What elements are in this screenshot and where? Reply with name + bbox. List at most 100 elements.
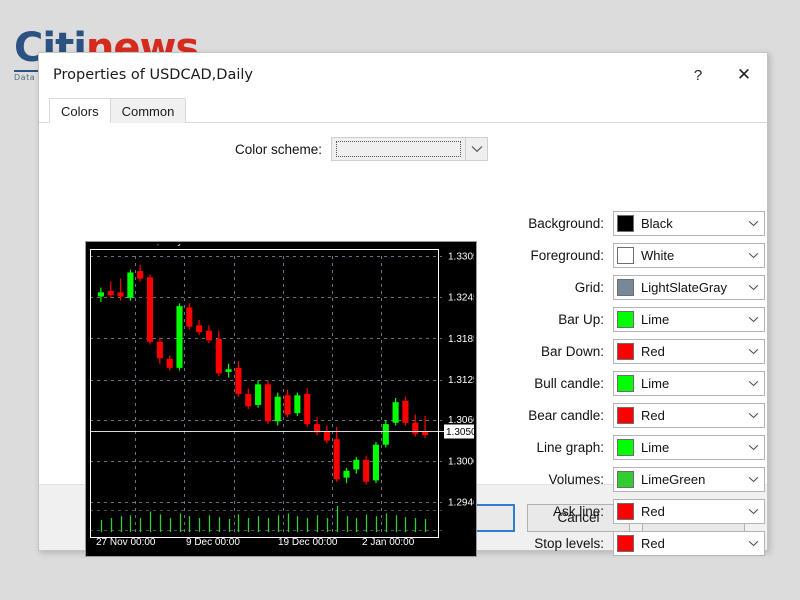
color-setting-row: Stop levels: Red — [509, 531, 765, 556]
chevron-down-icon[interactable] — [745, 412, 761, 419]
chevron-down-icon[interactable] — [745, 476, 761, 483]
svg-text:1.31250: 1.31250 — [448, 375, 474, 386]
chevron-down-glyph — [748, 348, 758, 355]
chevron-down-icon[interactable] — [745, 284, 761, 291]
chevron-down-icon[interactable] — [745, 316, 761, 323]
color-swatch — [617, 439, 634, 456]
color-setting-row: Line graph: Lime — [509, 435, 765, 460]
color-setting-row: Grid: LightSlateGray — [509, 275, 765, 300]
color-setting-row: Bar Down: Red — [509, 339, 765, 364]
chevron-down-glyph — [471, 146, 482, 153]
svg-text:1.30501: 1.30501 — [446, 427, 474, 438]
help-button[interactable]: ? — [675, 53, 721, 97]
chevron-down-glyph — [748, 316, 758, 323]
color-settings-list: Background: Black Foreground: White Grid: Lig… — [509, 211, 765, 556]
svg-text:2 Jan 00:00: 2 Jan 00:00 — [362, 537, 415, 548]
color-setting-value: Lime — [641, 376, 670, 391]
color-setting-label: Stop levels: — [534, 536, 604, 551]
screen: Citinews Data news Properties of USDCAD,… — [0, 0, 800, 600]
color-setting-dropdown[interactable]: Lime — [613, 435, 765, 460]
chart-preview: USDCAD,Daily 1.30502 1.30677 1.30316 1.3… — [85, 241, 477, 557]
chevron-down-icon[interactable] — [745, 252, 761, 259]
color-setting-label: Bar Up: — [558, 312, 604, 327]
svg-text:27 Nov 00:00: 27 Nov 00:00 — [96, 537, 156, 548]
properties-dialog: Properties of USDCAD,Daily ? ✕ Colors Co… — [38, 52, 768, 557]
color-setting-value: LightSlateGray — [641, 280, 727, 295]
color-setting-label: Bear candle: — [528, 408, 604, 423]
color-setting-row: Background: Black — [509, 211, 765, 236]
color-setting-dropdown[interactable]: Red — [613, 339, 765, 364]
chevron-down-glyph — [748, 380, 758, 387]
chevron-down-icon[interactable] — [745, 540, 761, 547]
tab-common[interactable]: Common — [109, 98, 187, 123]
color-swatch — [617, 503, 634, 520]
dialog-titlebar: Properties of USDCAD,Daily ? ✕ — [39, 53, 767, 97]
chevron-down-glyph — [748, 476, 758, 483]
color-setting-label: Volumes: — [548, 472, 604, 487]
color-setting-row: Foreground: White — [509, 243, 765, 268]
chevron-down-glyph — [748, 412, 758, 419]
dialog-body: Color scheme: USDCAD,Daily 1.30502 1.306… — [39, 123, 767, 557]
chevron-down-glyph — [748, 284, 758, 291]
color-setting-label: Foreground: — [530, 248, 604, 263]
svg-text:1.30065: 1.30065 — [448, 456, 474, 467]
color-setting-dropdown[interactable]: White — [613, 243, 765, 268]
svg-text:1.33050: 1.33050 — [448, 252, 474, 263]
color-setting-value: Red — [641, 408, 665, 423]
svg-text:1.32450: 1.32450 — [448, 293, 474, 304]
chevron-down-glyph — [748, 252, 758, 259]
svg-text:USDCAD,Daily 1.30502 1.30677: USDCAD,Daily 1.30502 1.30677 1.30316 1.3… — [112, 244, 346, 247]
color-setting-dropdown[interactable]: Red — [613, 531, 765, 556]
color-scheme-field[interactable] — [331, 137, 467, 161]
color-setting-dropdown[interactable]: Lime — [613, 307, 765, 332]
color-scheme-value — [336, 141, 462, 157]
chevron-down-icon[interactable] — [745, 380, 761, 387]
svg-text:9 Dec 00:00: 9 Dec 00:00 — [186, 537, 240, 548]
color-setting-label: Background: — [528, 216, 604, 231]
color-setting-value: LimeGreen — [641, 472, 706, 487]
dialog-title: Properties of USDCAD,Daily — [53, 67, 253, 83]
color-setting-dropdown[interactable]: Red — [613, 499, 765, 524]
chevron-down-icon[interactable] — [745, 444, 761, 451]
color-setting-label: Ask line: — [552, 504, 604, 519]
svg-text:19 Dec 00:00: 19 Dec 00:00 — [278, 537, 338, 548]
color-scheme-row: Color scheme: — [235, 137, 489, 161]
color-swatch — [617, 343, 634, 360]
color-swatch — [617, 311, 634, 328]
color-setting-label: Bar Down: — [540, 344, 604, 359]
chevron-down-icon[interactable] — [466, 137, 489, 161]
color-setting-label: Line graph: — [536, 440, 604, 455]
color-setting-value: Black — [641, 216, 673, 231]
color-setting-value: Red — [641, 536, 665, 551]
color-scheme-label: Color scheme: — [235, 141, 323, 157]
tab-colors[interactable]: Colors — [49, 98, 111, 124]
color-swatch — [617, 375, 634, 392]
color-setting-dropdown[interactable]: LimeGreen — [613, 467, 765, 492]
chevron-down-icon[interactable] — [745, 348, 761, 355]
color-setting-row: Volumes: LimeGreen — [509, 467, 765, 492]
color-swatch — [617, 247, 634, 264]
tab-strip: Colors Common — [39, 97, 767, 124]
color-setting-value: Red — [641, 344, 665, 359]
chevron-down-glyph — [748, 508, 758, 515]
chevron-down-icon[interactable] — [745, 220, 761, 227]
chevron-down-glyph — [748, 220, 758, 227]
chevron-down-icon[interactable] — [745, 508, 761, 515]
color-setting-dropdown[interactable]: LightSlateGray — [613, 275, 765, 300]
color-swatch — [617, 215, 634, 232]
color-setting-value: Red — [641, 504, 665, 519]
color-setting-row: Bear candle: Red — [509, 403, 765, 428]
chevron-down-glyph — [748, 540, 758, 547]
color-setting-dropdown[interactable]: Black — [613, 211, 765, 236]
color-setting-row: Bull candle: Lime — [509, 371, 765, 396]
color-setting-dropdown[interactable]: Lime — [613, 371, 765, 396]
color-setting-value: White — [641, 248, 675, 263]
svg-text:1.29465: 1.29465 — [448, 498, 474, 509]
candlestick-chart: USDCAD,Daily 1.30502 1.30677 1.30316 1.3… — [88, 244, 474, 554]
color-swatch — [617, 535, 634, 552]
close-icon[interactable]: ✕ — [721, 53, 767, 97]
color-setting-dropdown[interactable]: Red — [613, 403, 765, 428]
color-scheme-dropdown[interactable] — [331, 137, 489, 161]
color-swatch — [617, 279, 634, 296]
color-setting-row: Ask line: Red — [509, 499, 765, 524]
